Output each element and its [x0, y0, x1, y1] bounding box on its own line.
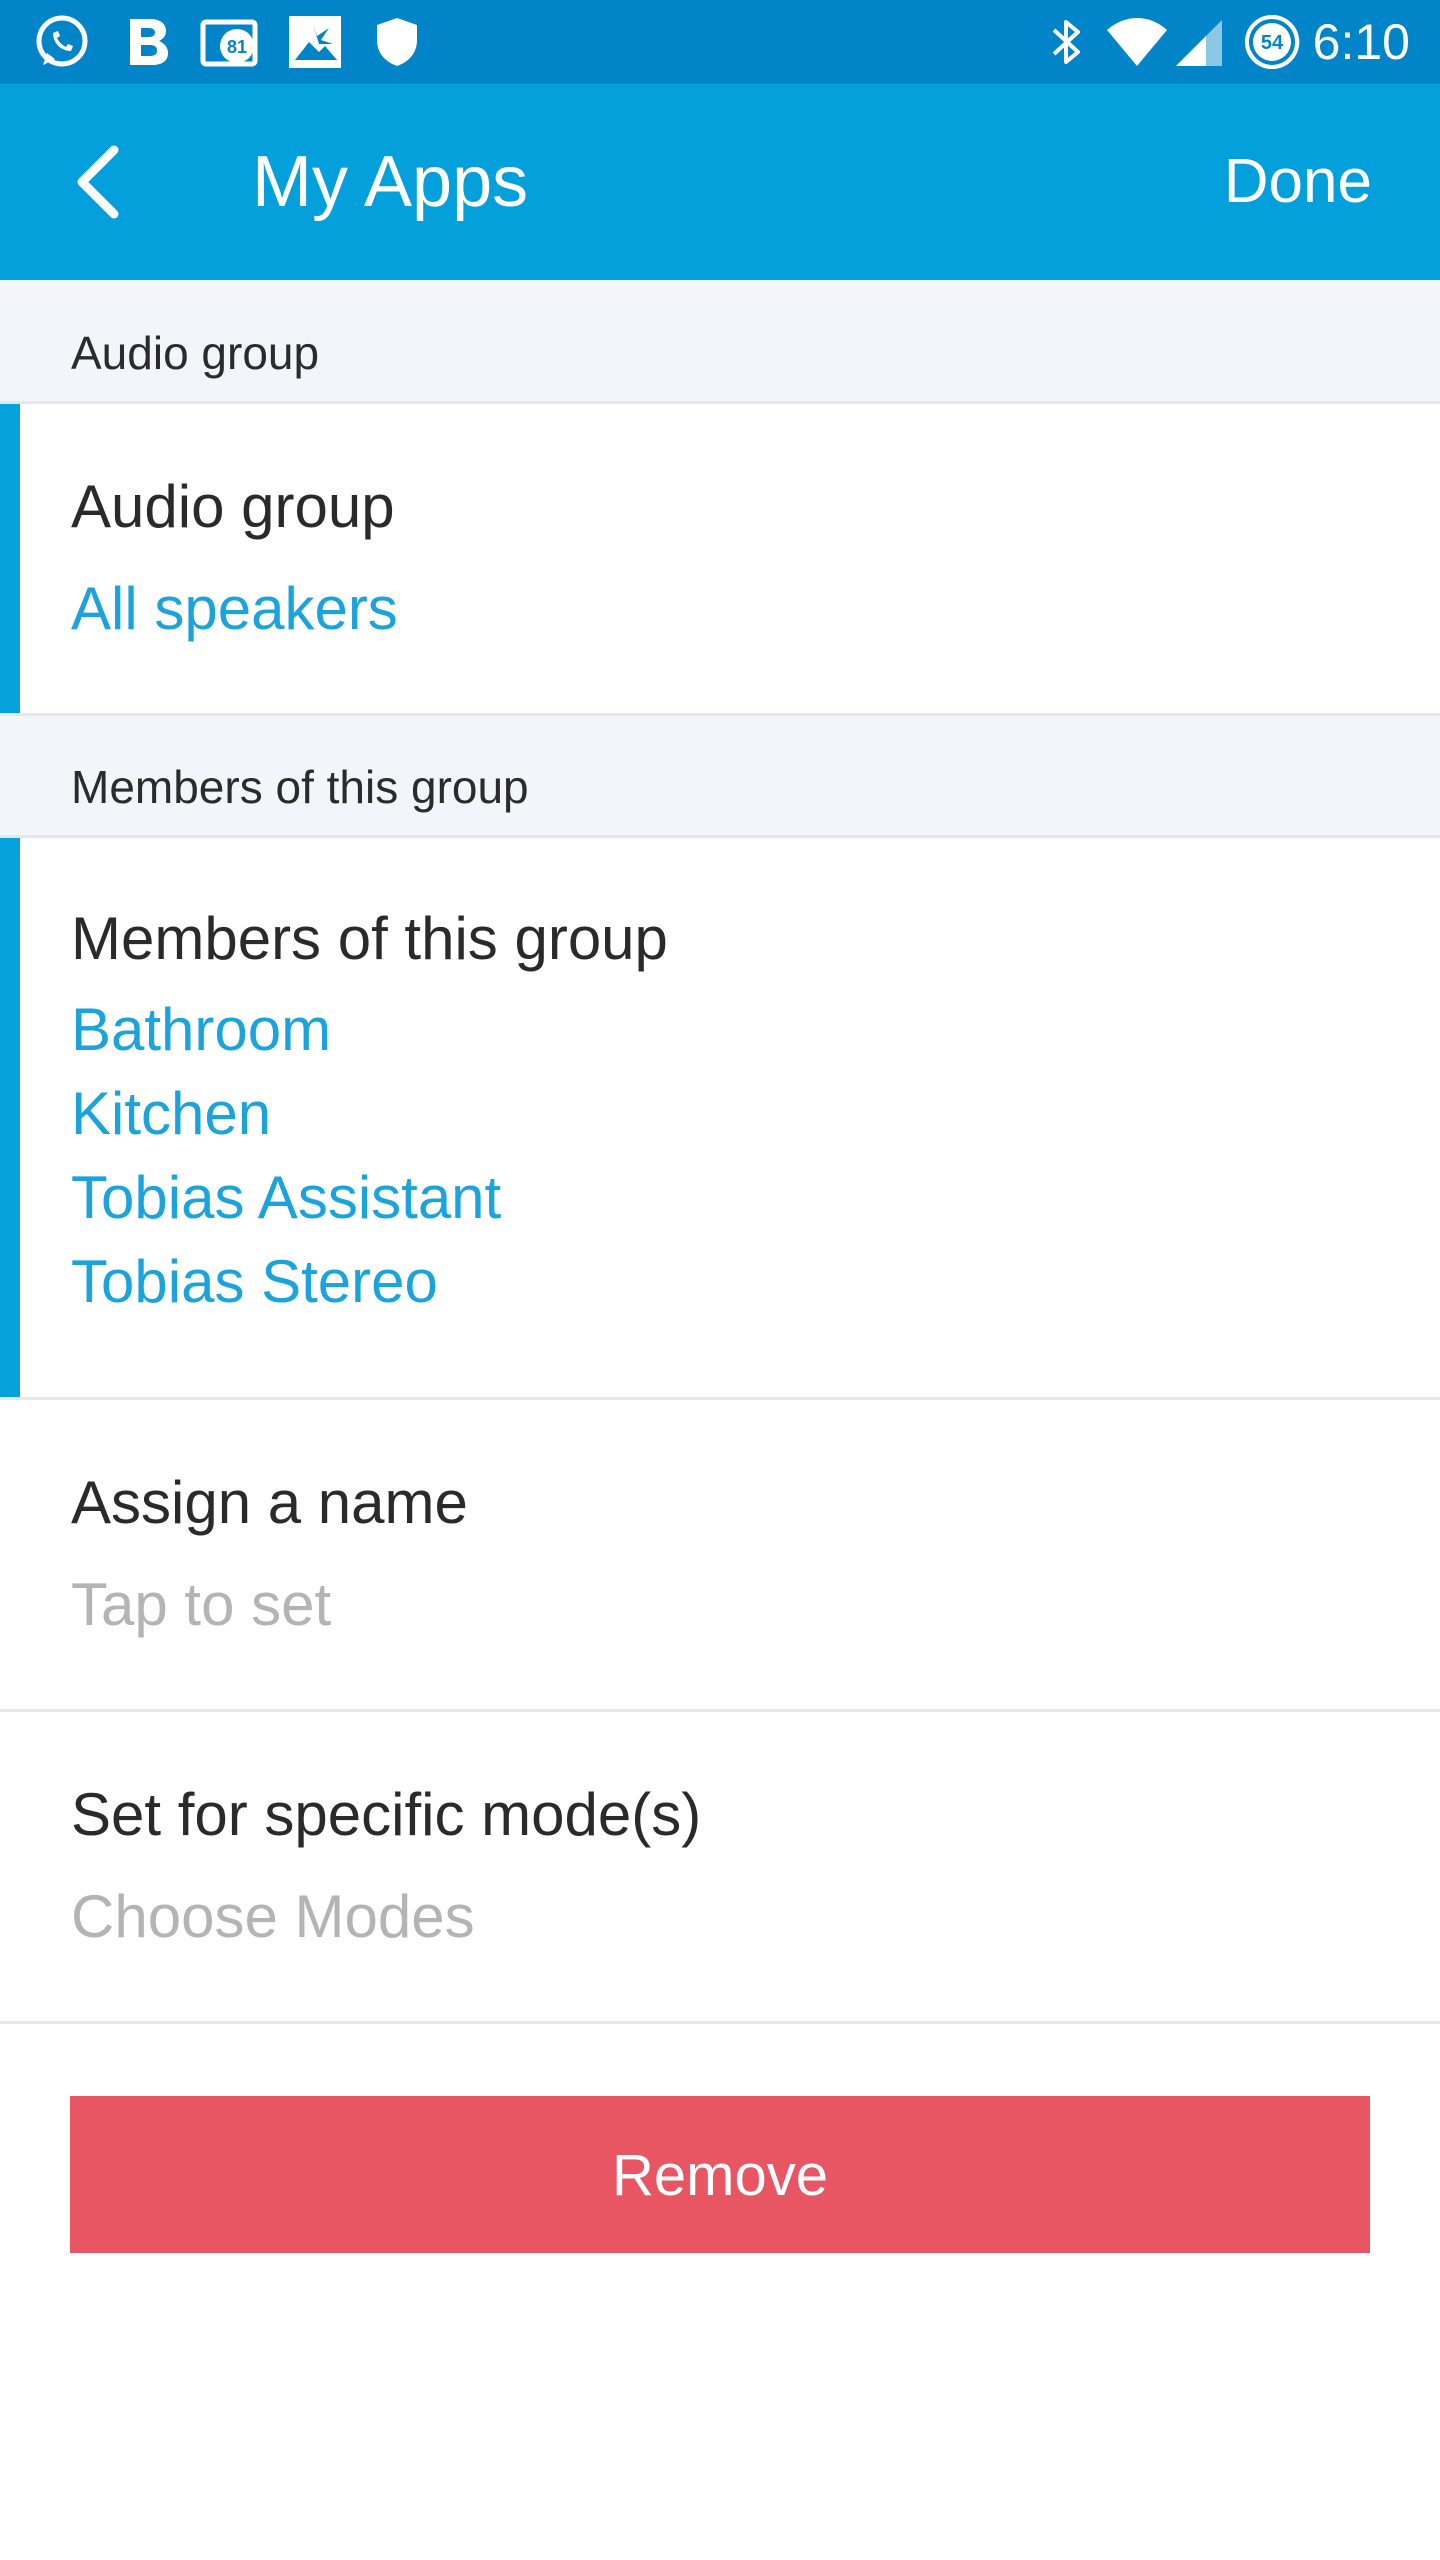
modes-placeholder: Choose Modes	[71, 1883, 475, 1950]
page-title: My Apps	[252, 142, 529, 222]
b-app-icon	[122, 14, 174, 70]
mail-badge-count: 81	[227, 37, 247, 57]
section-header-audio-group: Audio group	[0, 280, 1440, 404]
done-button[interactable]: Done	[1224, 84, 1372, 280]
member-item: Tobias Assistant	[71, 1164, 502, 1231]
back-button[interactable]	[50, 132, 150, 232]
section-header-label: Members of this group	[71, 761, 529, 813]
member-item: Bathroom	[71, 996, 332, 1063]
battery-icon: 54	[1242, 14, 1302, 70]
member-item: Tobias Stereo	[71, 1248, 438, 1315]
remove-button[interactable]: Remove	[70, 2096, 1370, 2253]
member-item: Kitchen	[71, 1080, 272, 1147]
status-bar: 81 54 6:10	[0, 0, 1440, 84]
app-bar: My Apps Done	[0, 84, 1440, 280]
bluetooth-icon	[1042, 14, 1090, 70]
selected-accent-bar	[0, 838, 20, 1397]
assign-name-title: Assign a name	[71, 1469, 468, 1536]
members-row[interactable]: Members of this group Bathroom Kitchen T…	[0, 838, 1440, 1400]
section-header-label: Audio group	[71, 327, 320, 379]
battery-level: 54	[1261, 32, 1284, 54]
members-list: Bathroom Kitchen Tobias Assistant Tobias…	[71, 988, 501, 1324]
modes-row[interactable]: Set for specific mode(s) Choose Modes	[0, 1712, 1440, 2024]
photo-icon	[286, 14, 344, 70]
selected-accent-bar	[0, 404, 20, 713]
signal-icon	[1170, 14, 1226, 70]
audio-group-value: All speakers	[71, 575, 398, 642]
modes-title: Set for specific mode(s)	[71, 1781, 702, 1848]
shield-icon	[372, 14, 422, 70]
mail-badge-icon: 81	[198, 14, 264, 70]
whatsapp-icon	[30, 14, 94, 70]
assign-name-placeholder: Tap to set	[71, 1571, 332, 1638]
audio-group-title: Audio group	[71, 473, 395, 540]
wifi-icon	[1104, 14, 1170, 70]
members-title: Members of this group	[71, 905, 668, 972]
chevron-left-icon	[77, 145, 119, 219]
audio-group-row[interactable]: Audio group All speakers	[0, 404, 1440, 716]
assign-name-row[interactable]: Assign a name Tap to set	[0, 1400, 1440, 1712]
section-header-members: Members of this group	[0, 716, 1440, 838]
status-time: 6:10	[1312, 14, 1410, 70]
